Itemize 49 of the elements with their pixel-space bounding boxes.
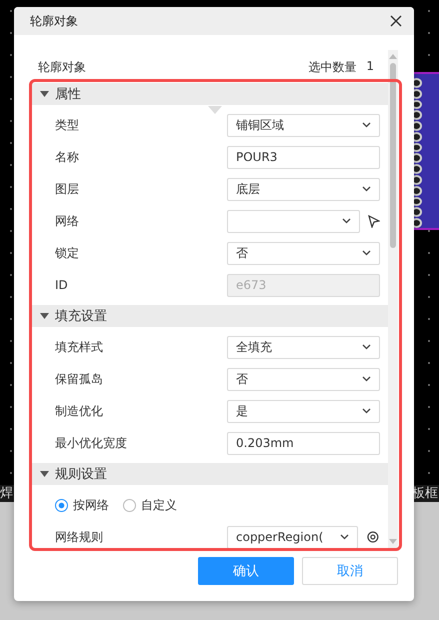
- field-label: 填充样式: [55, 338, 103, 356]
- section-header[interactable]: 填充设置: [32, 305, 388, 327]
- chevron-icon: [362, 408, 371, 414]
- window-title: 轮廓对象: [30, 12, 78, 30]
- close-icon[interactable]: [390, 15, 402, 27]
- chevron-icon: [362, 186, 371, 192]
- input-field[interactable]: 0.203mm: [227, 432, 380, 454]
- field-label: ID: [55, 278, 68, 292]
- gear-icon[interactable]: [366, 530, 380, 544]
- chevron-icon: [362, 250, 371, 256]
- chevron-icon: [362, 344, 371, 350]
- chevron-icon: [340, 534, 350, 540]
- field-label: 名称: [55, 148, 79, 166]
- triangle-icon: [208, 106, 222, 114]
- object-label: 轮廓对象: [38, 58, 86, 76]
- field-label: 图层: [55, 180, 79, 198]
- radio-button[interactable]: [123, 498, 136, 512]
- field-label: 锁定: [55, 244, 79, 262]
- input-field[interactable]: POUR3: [227, 146, 380, 168]
- count-label: 选中数量: [308, 58, 356, 76]
- field-label: 网络: [55, 212, 79, 230]
- section-header[interactable]: 规则设置: [32, 463, 388, 485]
- field-label: 最小优化宽度: [55, 434, 127, 452]
- caret-icon: [40, 471, 49, 477]
- dropdown[interactable]: 铺铜区域: [227, 114, 380, 136]
- dropdown[interactable]: copperRegion(: [227, 526, 358, 548]
- count-value: 1: [366, 58, 374, 74]
- radio-option[interactable]: 自定义: [123, 496, 177, 514]
- dropdown[interactable]: 否: [227, 242, 380, 264]
- field-label: 类型: [55, 116, 79, 134]
- caret-icon: [40, 91, 49, 97]
- chevron-icon: [362, 376, 371, 382]
- readonly-field: e673: [227, 274, 380, 296]
- layer-label: 焊: [0, 485, 13, 502]
- section-header[interactable]: 属性: [32, 83, 388, 105]
- dropdown[interactable]: 否: [227, 368, 380, 390]
- dropdown[interactable]: 全填充: [227, 336, 380, 358]
- scrollbar[interactable]: [388, 50, 398, 548]
- dropdown[interactable]: 是: [227, 400, 380, 422]
- field-label: 制造优化: [55, 402, 103, 420]
- field-label: 网络规则: [55, 528, 103, 546]
- chevron-icon: [362, 122, 371, 128]
- radio-option[interactable]: 按网络: [55, 496, 109, 514]
- radio-button[interactable]: [55, 498, 68, 512]
- field-label: 保留孤岛: [55, 370, 103, 388]
- pointer-icon[interactable]: [368, 214, 380, 228]
- caret-icon: [40, 313, 49, 319]
- chevron-icon: [342, 218, 351, 224]
- dropdown[interactable]: 底层: [227, 178, 380, 200]
